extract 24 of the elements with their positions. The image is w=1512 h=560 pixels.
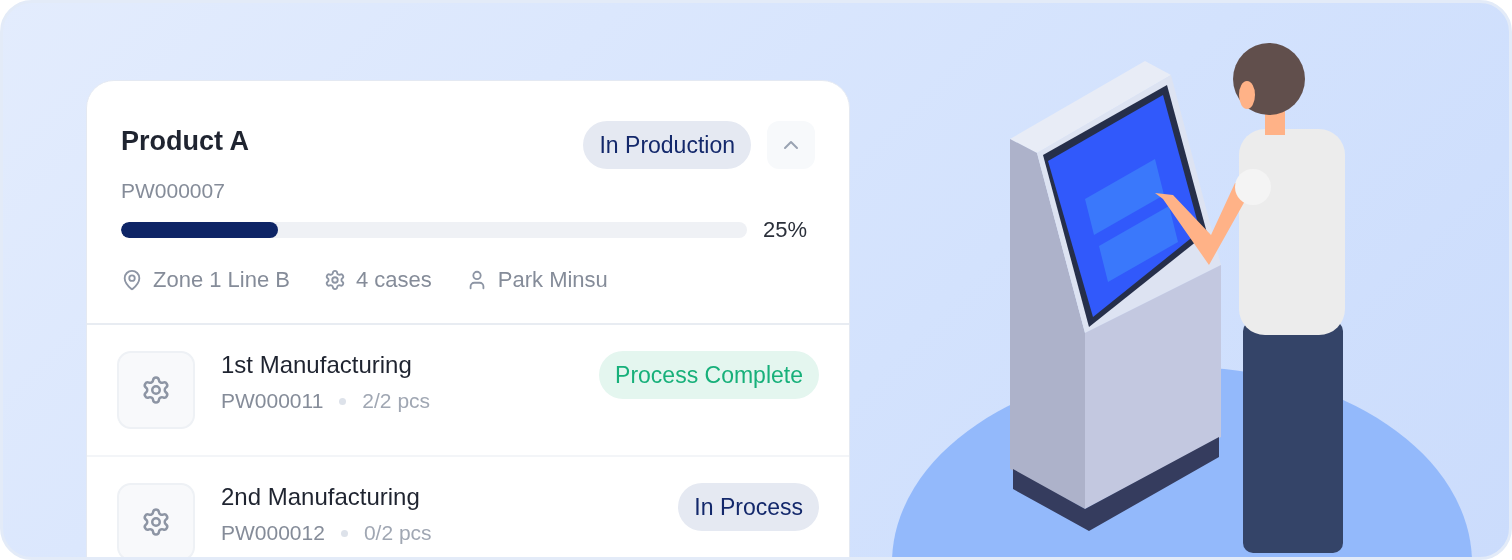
separator-dot <box>340 529 348 537</box>
process-name: 1st Manufacturing <box>221 351 413 379</box>
process-name: 2nd Manufacturing <box>221 483 421 511</box>
gear-icon <box>141 507 171 537</box>
status-badge: In Production <box>583 121 751 169</box>
status-badge: In Process <box>678 483 819 531</box>
location-pin-icon <box>121 269 143 291</box>
meta-text: 4 cases <box>356 267 432 293</box>
meta-text: Zone 1 Line B <box>153 267 290 293</box>
process-quantity: 0/2 pcs <box>363 521 432 545</box>
progress-percent: 25% <box>763 217 809 243</box>
process-row[interactable]: 2nd Manufacturing PW000012 0/2 pcs In Process <box>87 457 849 557</box>
product-code: PW000007 <box>121 179 226 203</box>
collapse-button[interactable] <box>767 121 815 169</box>
meta-text: Park Minsu <box>497 267 608 293</box>
separator-dot <box>339 397 347 405</box>
status-badge: Process Complete <box>599 351 819 399</box>
process-code: PW000012 <box>221 521 325 545</box>
gear-icon <box>324 269 346 291</box>
gear-icon <box>141 375 171 405</box>
process-code: PW000011 <box>221 389 324 413</box>
process-row[interactable]: 1st Manufacturing PW000011 2/2 pcs Process Complete <box>87 325 849 457</box>
process-quantity: 2/2 pcs <box>362 389 431 413</box>
product-title: Product A <box>121 125 249 157</box>
